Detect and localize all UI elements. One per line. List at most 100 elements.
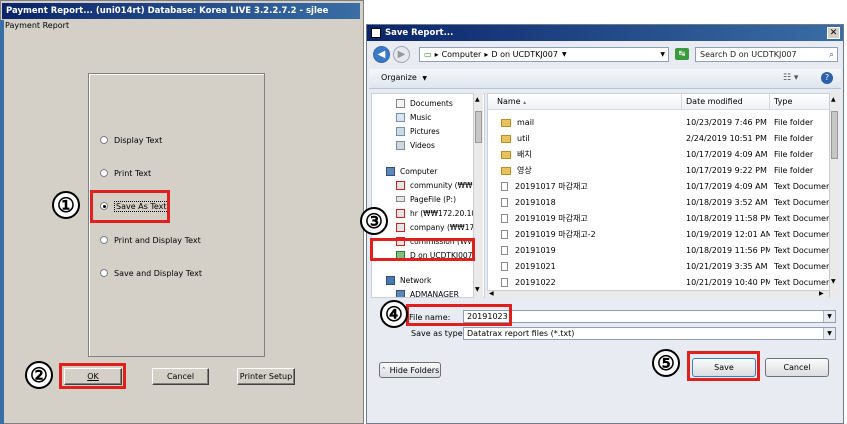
scroll-left-icon[interactable]: ◀ bbox=[489, 290, 494, 297]
computer-icon: ▭ bbox=[424, 50, 432, 59]
option-save-and-display-text[interactable]: Save and Display Text bbox=[100, 266, 202, 280]
text-file-icon bbox=[501, 230, 508, 239]
folder-icon bbox=[501, 134, 511, 143]
file-type-cell: File folder bbox=[774, 150, 814, 159]
file-name-input[interactable]: 20191023 ▼ bbox=[463, 310, 836, 323]
scroll-down-icon[interactable]: ▼ bbox=[475, 286, 480, 293]
back-arrow-icon[interactable]: ◀ bbox=[373, 46, 390, 63]
tree-item-community[interactable]: community (₩₩1 bbox=[396, 179, 477, 191]
step-2-marker: ② bbox=[25, 361, 53, 389]
file-name-text: 20191017 마감재고 bbox=[515, 182, 588, 191]
file-row[interactable]: 영상 10/17/2019 9:22 PM File folder bbox=[488, 163, 830, 179]
radio-icon[interactable] bbox=[100, 236, 108, 244]
printer-setup-button[interactable]: Printer Setup bbox=[237, 368, 295, 385]
scroll-down-icon[interactable]: ▼ bbox=[831, 278, 836, 285]
tree-item-pagefile[interactable]: PageFile (P:) bbox=[396, 193, 456, 205]
address-dropdown-icon[interactable]: ▼ bbox=[660, 51, 665, 58]
tree-label: Computer bbox=[400, 166, 438, 176]
refresh-icon[interactable]: ↹ bbox=[675, 48, 689, 60]
tree-item-music[interactable]: Music bbox=[396, 111, 431, 123]
tree-label: Documents bbox=[410, 98, 453, 108]
tree-item-company[interactable]: company (₩₩172. bbox=[396, 221, 481, 233]
save-as-type-select[interactable]: Datatrax report files (*.txt) ▼ bbox=[463, 327, 836, 340]
breadcrumb-chevron-icon: ▸ bbox=[434, 50, 439, 59]
breadcrumb-computer[interactable]: Computer bbox=[442, 50, 482, 59]
highlight-ok bbox=[59, 363, 126, 389]
organize-menu[interactable]: Organize ▼ bbox=[381, 73, 427, 82]
file-row[interactable]: 20191022 10/21/2019 10:40 PM Text Document bbox=[488, 275, 830, 291]
file-name-text: util bbox=[517, 134, 530, 143]
address-bar[interactable]: ▭ ▸ Computer ▸ D on UCDTKJ007 ▼ ▼ bbox=[419, 47, 669, 62]
radio-icon[interactable] bbox=[100, 269, 108, 277]
file-date-cell: 10/21/2019 10:40 PM bbox=[686, 278, 770, 287]
file-row[interactable]: 20191017 마감재고 10/17/2019 4:09 AM Text Docu… bbox=[488, 179, 830, 195]
chevron-down-icon: ▼ bbox=[422, 75, 428, 82]
tree-item-network[interactable]: Network bbox=[386, 274, 431, 286]
file-date-cell: 10/19/2019 12:01 AM bbox=[686, 230, 770, 239]
app-icon bbox=[371, 28, 381, 38]
file-row[interactable]: 배치 10/17/2019 4:09 AM File folder bbox=[488, 147, 830, 163]
column-date-modified[interactable]: Date modified bbox=[682, 94, 770, 110]
view-options-icon[interactable]: ☷ ▾ bbox=[783, 73, 798, 83]
text-file-icon bbox=[501, 278, 508, 287]
file-type-cell: Text Document bbox=[774, 182, 830, 191]
scroll-up-icon[interactable]: ▲ bbox=[475, 96, 480, 103]
file-row[interactable]: 20191019 마감재고 10/18/2019 11:58 PM Text Doc… bbox=[488, 211, 830, 227]
breadcrumb-d-drive[interactable]: D on UCDTKJ007 bbox=[491, 50, 558, 59]
chevron-down-icon[interactable]: ▼ bbox=[562, 51, 567, 58]
cancel-button[interactable]: Cancel bbox=[765, 358, 829, 377]
file-row[interactable]: 20191019 마감재고-2 10/19/2019 12:01 AM Text D… bbox=[488, 227, 830, 243]
folder-icon bbox=[501, 150, 511, 159]
option-print-and-display-text[interactable]: Print and Display Text bbox=[100, 233, 201, 247]
file-list-vertical-scrollbar[interactable]: ▲ ▼ bbox=[829, 93, 839, 298]
file-name-text: 20191018 bbox=[515, 198, 556, 207]
tree-item-computer[interactable]: Computer bbox=[386, 165, 437, 177]
radio-icon[interactable] bbox=[100, 169, 108, 177]
tree-item-videos[interactable]: Videos bbox=[396, 139, 435, 151]
help-icon[interactable]: ? bbox=[821, 72, 833, 84]
forward-arrow-icon[interactable]: ▶ bbox=[393, 46, 410, 63]
hide-folders-button[interactable]: ⌃ Hide Folders bbox=[379, 362, 441, 378]
file-row[interactable]: 20191021 10/21/2019 3:35 AM Text Document bbox=[488, 259, 830, 275]
scroll-up-icon[interactable]: ▲ bbox=[831, 96, 836, 103]
file-name-cell: 영상 bbox=[501, 163, 679, 179]
tree-item-documents[interactable]: Documents bbox=[396, 97, 453, 109]
file-row[interactable]: mail 10/23/2019 7:46 PM File folder bbox=[488, 115, 830, 131]
network-drive-icon bbox=[396, 208, 405, 218]
cancel-button[interactable]: Cancel bbox=[152, 368, 209, 385]
chevron-down-icon[interactable]: ▼ bbox=[823, 311, 835, 322]
scrollbar-thumb[interactable] bbox=[831, 111, 838, 159]
tree-item-pictures[interactable]: Pictures bbox=[396, 125, 440, 137]
file-date-cell: 2/24/2019 10:51 PM bbox=[686, 134, 767, 143]
radio-icon[interactable] bbox=[100, 136, 108, 144]
option-print-text[interactable]: Print Text bbox=[100, 166, 151, 180]
file-name-cell: 배치 bbox=[501, 147, 679, 163]
chevron-down-icon[interactable]: ▼ bbox=[823, 328, 835, 339]
step-5-marker: ⑤ bbox=[652, 349, 680, 377]
file-row[interactable]: 20191018 10/18/2019 3:52 AM Text Document bbox=[488, 195, 830, 211]
search-input[interactable]: Search D on UCDTKJ007 ⌕ bbox=[695, 47, 838, 62]
column-label: Name bbox=[497, 97, 521, 106]
close-button[interactable]: ✕ bbox=[827, 27, 840, 39]
file-type-cell: Text Document bbox=[774, 230, 830, 239]
file-type-cell: File folder bbox=[774, 134, 814, 143]
videos-icon bbox=[396, 140, 405, 150]
network-computer-icon bbox=[396, 289, 405, 297]
navigation-scrollbar[interactable]: ▲ ▼ bbox=[473, 93, 483, 298]
tree-label: community (₩₩1 bbox=[410, 180, 478, 190]
file-type-cell: Text Document bbox=[774, 278, 830, 287]
option-label: Display Text bbox=[114, 135, 163, 145]
tree-item-admanager[interactable]: ADMANAGER bbox=[396, 288, 459, 297]
scrollbar-thumb[interactable] bbox=[475, 111, 482, 143]
scroll-right-icon[interactable]: ▶ bbox=[819, 290, 824, 297]
option-display-text[interactable]: Display Text bbox=[100, 133, 162, 147]
file-name-cell: 20191019 마감재고-2 bbox=[501, 227, 679, 243]
file-row[interactable]: 20191019 10/18/2019 11:56 PM Text Document bbox=[488, 243, 830, 259]
file-row[interactable]: util 2/24/2019 10:51 PM File folder bbox=[488, 131, 830, 147]
column-name[interactable]: Name ▴ bbox=[488, 94, 682, 110]
file-type-cell: File folder bbox=[774, 166, 814, 175]
search-icon[interactable]: ⌕ bbox=[829, 50, 834, 60]
save-as-type-value: Datatrax report files (*.txt) bbox=[467, 329, 575, 338]
tree-item-hr[interactable]: hr (₩₩172.20.10 bbox=[396, 207, 476, 219]
file-list-horizontal-scrollbar[interactable]: ◀ ▶ bbox=[487, 290, 829, 299]
